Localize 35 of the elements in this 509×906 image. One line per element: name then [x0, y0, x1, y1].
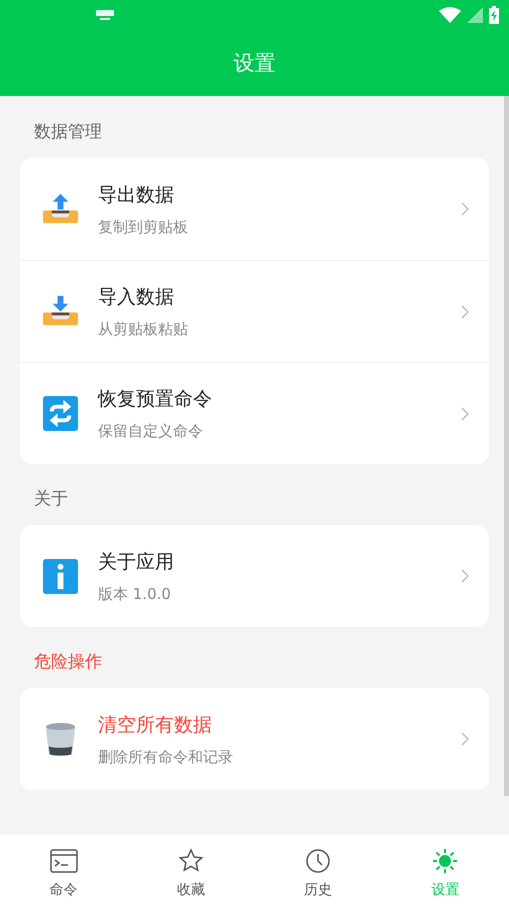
info-icon	[42, 558, 79, 594]
chevron-right-icon	[461, 569, 469, 583]
signal-icon	[467, 7, 483, 23]
section-header: 危险操作	[33, 651, 103, 674]
refresh-icon	[42, 395, 79, 432]
chevron-right-icon	[461, 406, 469, 420]
settings-item[interactable]: 导入数据 从剪贴板粘贴	[20, 260, 489, 362]
settings-item[interactable]: 导出数据 复制到剪贴板	[20, 158, 489, 260]
nav-tab[interactable]: 历史	[254, 835, 382, 906]
nav-tab[interactable]: 命令	[0, 835, 128, 906]
section-header: 关于	[33, 488, 69, 511]
settings-item[interactable]: 恢复预置命令 保留自定义命令	[20, 362, 489, 464]
item-subtitle: 删除所有命令和记录	[98, 748, 234, 766]
chevron-right-icon	[461, 732, 469, 746]
item-subtitle: 保留自定义命令	[98, 422, 204, 441]
app-title: 设置	[234, 50, 276, 77]
item-title: 导入数据	[98, 285, 175, 310]
item-subtitle: 版本 1.0.0	[98, 584, 172, 604]
battery-icon	[489, 6, 499, 24]
item-title: 导出数据	[98, 182, 175, 208]
clock-icon	[304, 847, 332, 875]
settings-item[interactable]: 清空所有数据 删除所有命令和记录	[20, 688, 489, 790]
settings-item[interactable]: 关于应用 版本 1.0.0	[20, 525, 489, 627]
item-title: 清空所有数据	[98, 712, 213, 738]
item-subtitle: 复制到剪贴板	[98, 218, 189, 236]
terminal-icon	[50, 847, 78, 875]
wifi-icon	[439, 7, 461, 23]
item-subtitle: 从剪贴板粘贴	[98, 320, 189, 339]
nav-tab[interactable]: 收藏	[127, 835, 254, 906]
keyboard-icon	[96, 9, 114, 21]
item-title: 关于应用	[98, 550, 175, 574]
item-title: 恢复预置命令	[98, 387, 213, 412]
section-header: 数据管理	[33, 121, 103, 144]
chevron-right-icon	[461, 304, 469, 318]
chevron-right-icon	[461, 202, 469, 216]
